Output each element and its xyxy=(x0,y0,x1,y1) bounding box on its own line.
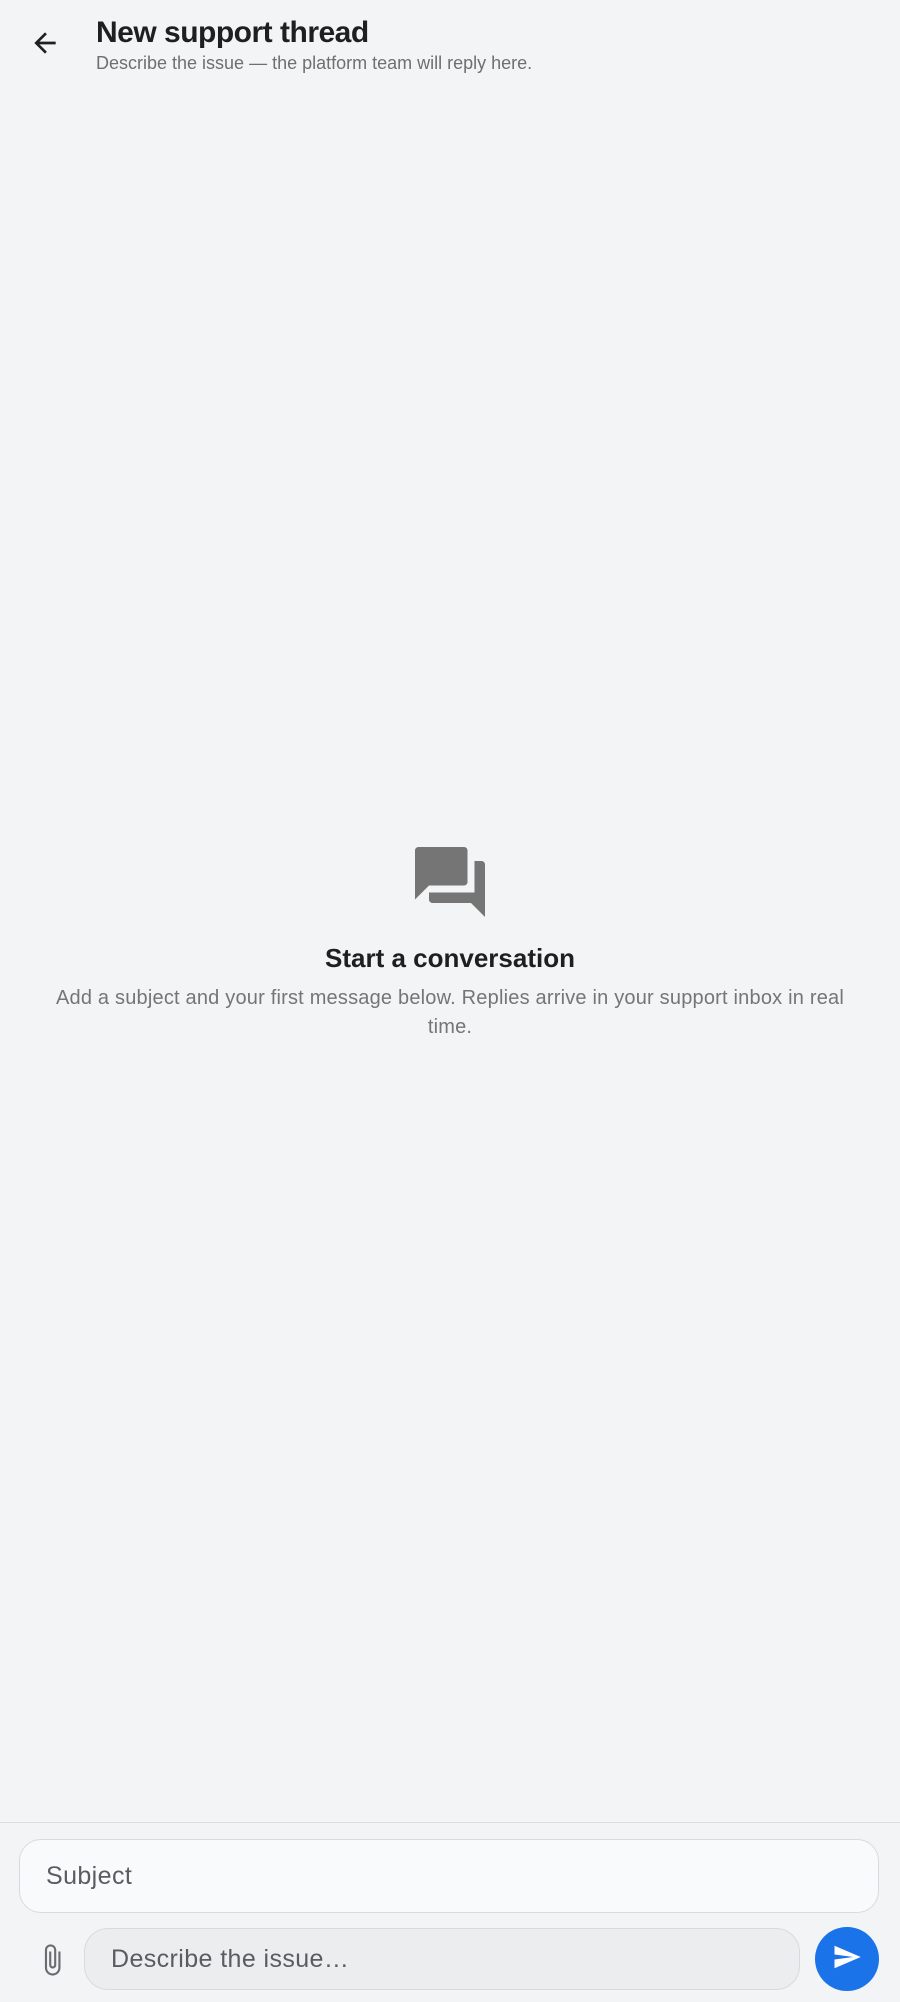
arrow-back-icon xyxy=(29,27,61,64)
message-input[interactable] xyxy=(109,1943,775,1975)
empty-state: Start a conversation Add a subject and y… xyxy=(0,840,900,1042)
send-icon xyxy=(832,1942,862,1977)
subject-field[interactable] xyxy=(19,1839,879,1913)
back-button[interactable] xyxy=(20,20,70,70)
forum-icon xyxy=(408,840,492,924)
attach-button[interactable] xyxy=(24,1931,80,1993)
message-field[interactable] xyxy=(84,1928,800,1990)
page-title: New support thread xyxy=(96,16,369,49)
paperclip-icon xyxy=(35,1940,69,1985)
send-button[interactable] xyxy=(815,1927,879,1991)
empty-state-body: Add a subject and your first message bel… xyxy=(55,987,844,1038)
app-bar: New support thread Describe the issue — … xyxy=(0,0,900,88)
subject-input[interactable] xyxy=(44,1860,854,1892)
composer xyxy=(0,1822,900,2002)
title-block: New support thread Describe the issue — … xyxy=(96,14,532,74)
empty-state-title: Start a conversation xyxy=(325,943,575,973)
page-subtitle: Describe the issue — the platform team w… xyxy=(96,53,533,73)
